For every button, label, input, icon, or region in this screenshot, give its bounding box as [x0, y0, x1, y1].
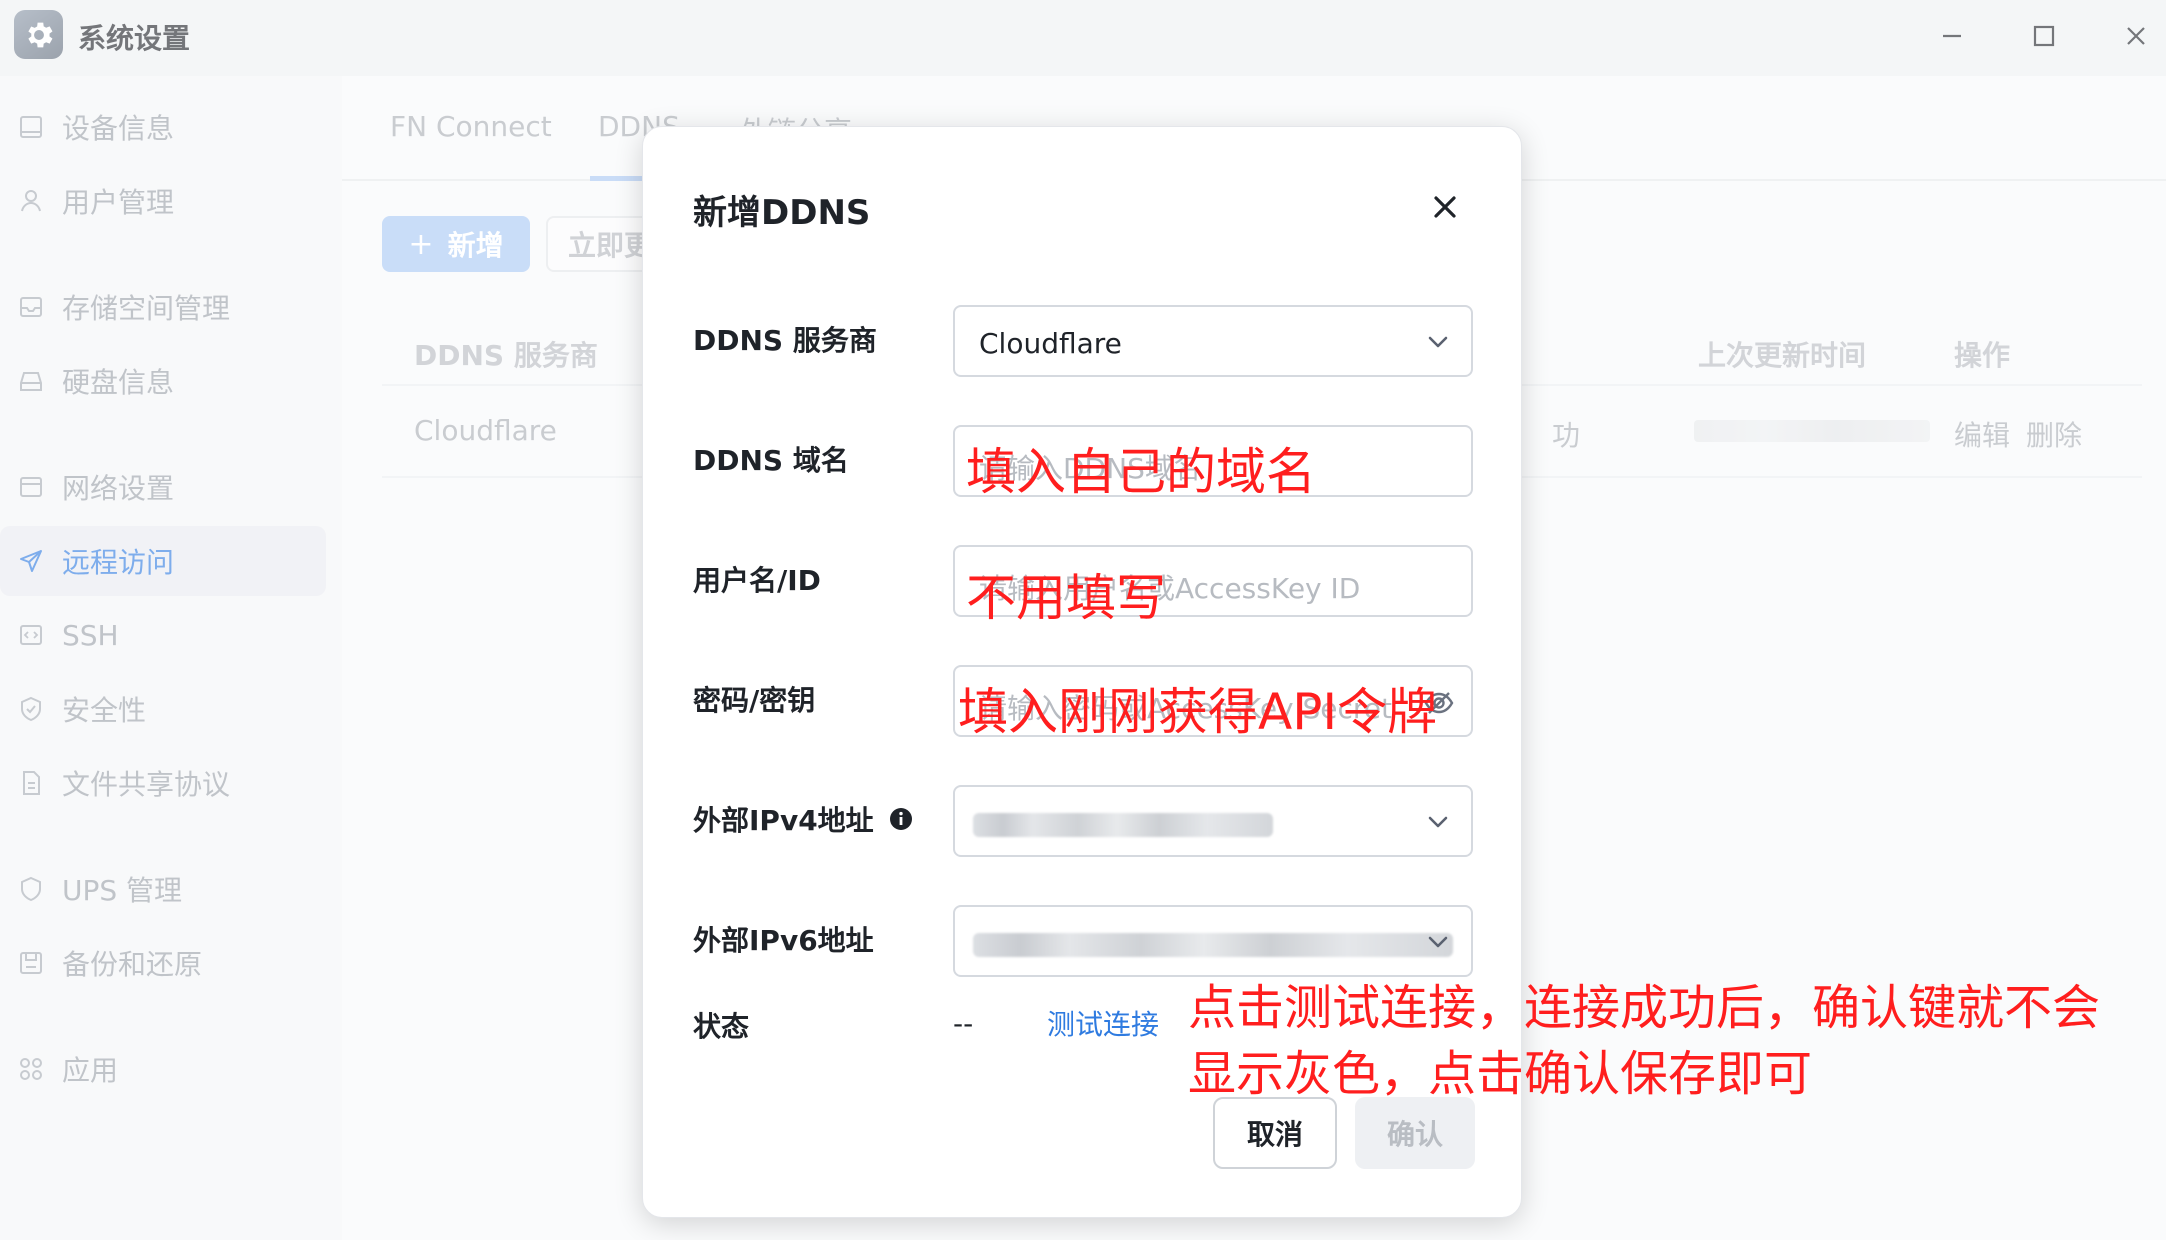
info-icon[interactable] — [888, 806, 914, 832]
ipv6-label: 外部IPv6地址 — [693, 924, 874, 957]
chevron-down-icon — [1428, 936, 1448, 948]
username-label: 用户名/ID — [693, 564, 821, 597]
ipv4-label: 外部IPv4地址 — [693, 799, 914, 839]
cancel-button[interactable]: 取消 — [1213, 1097, 1337, 1169]
provider-select[interactable]: Cloudflare — [953, 305, 1473, 377]
annotation-instruction-line2: 显示灰色，点击确认保存即可 — [1188, 1046, 1813, 1102]
redacted-ipv6-value — [973, 933, 1453, 957]
password-label: 密码/密钥 — [693, 684, 816, 717]
domain-label: DDNS 域名 — [693, 444, 849, 477]
dialog-title: 新增DDNS — [693, 193, 871, 233]
ipv6-select[interactable] — [953, 905, 1473, 977]
redacted-ipv4-value — [973, 813, 1273, 837]
confirm-button[interactable]: 确认 — [1355, 1097, 1475, 1169]
dialog-close-button[interactable] — [1425, 187, 1465, 227]
annotation-domain-note: 填入自己的域名 — [966, 443, 1316, 501]
provider-selected-value: Cloudflare — [979, 327, 1122, 360]
annotation-password-note: 填入刚刚获得API令牌 — [958, 683, 1438, 741]
ipv4-label-text: 外部IPv4地址 — [693, 804, 874, 837]
chevron-down-icon — [1428, 336, 1448, 348]
annotation-instruction-line1: 点击测试连接，连接成功后，确认键就不会 — [1188, 980, 2101, 1036]
provider-label: DDNS 服务商 — [693, 324, 877, 357]
status-label: 状态 — [693, 1010, 750, 1043]
annotation-username-note: 不用填写 — [966, 569, 1166, 627]
test-connection-link[interactable]: 测试连接 — [1047, 1003, 1159, 1043]
status-value: -- — [953, 1007, 974, 1040]
ipv4-select[interactable] — [953, 785, 1473, 857]
chevron-down-icon — [1428, 816, 1448, 828]
close-icon — [1434, 196, 1456, 218]
